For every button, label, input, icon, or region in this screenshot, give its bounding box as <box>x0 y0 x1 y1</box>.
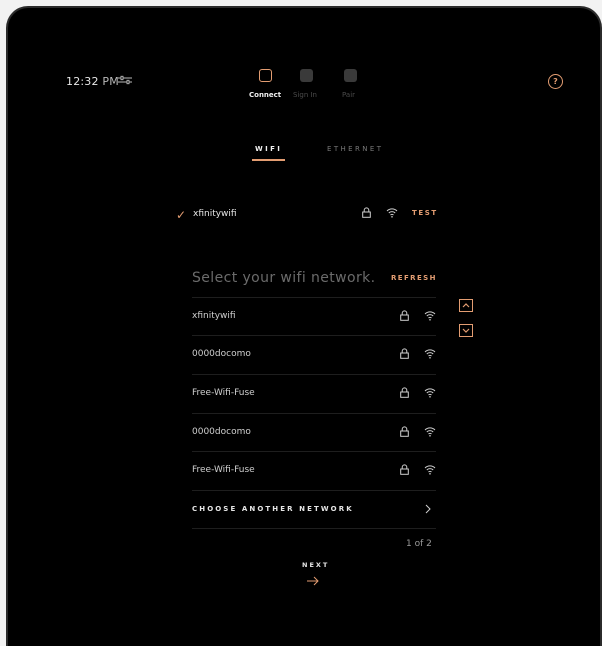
choose-another-network-button[interactable]: CHOOSE ANOTHER NETWORK <box>192 505 354 513</box>
next-button[interactable]: NEXT <box>302 561 329 569</box>
connected-ssid: xfinitywifi <box>193 209 237 219</box>
wifi-icon <box>424 310 436 321</box>
step-connect-label: Connect <box>249 91 282 99</box>
divider <box>192 490 436 491</box>
device-screen: 12:32 PM Connect Sign In Pair ? WIFI ETH… <box>6 6 602 646</box>
pagination-indicator: 1 of 2 <box>406 539 432 549</box>
network-ssid: 0000docomo <box>192 427 251 437</box>
step-signin-label: Sign In <box>293 91 317 99</box>
network-row[interactable]: Free-Wifi-Fuse <box>192 452 436 490</box>
connected-wifi-icon <box>386 207 398 218</box>
arrow-right-icon[interactable] <box>306 575 320 587</box>
status-time: 12:32 PM <box>66 75 119 88</box>
lock-icon <box>400 310 409 321</box>
tab-ethernet[interactable]: ETHERNET <box>327 145 383 153</box>
test-button[interactable]: TEST <box>412 209 438 217</box>
wifi-icon <box>424 426 436 437</box>
scroll-up-button[interactable] <box>459 299 473 312</box>
step-connect-indicator <box>259 69 272 82</box>
network-row[interactable]: Free-Wifi-Fuse <box>192 375 436 413</box>
scroll-down-button[interactable] <box>459 324 473 337</box>
lock-icon <box>400 464 409 475</box>
tab-wifi[interactable]: WIFI <box>255 145 282 153</box>
network-list-heading: Select your wifi network. <box>192 270 376 286</box>
step-pair-label: Pair <box>342 91 356 99</box>
network-ssid: 0000docomo <box>192 349 251 359</box>
network-row[interactable]: 0000docomo <box>192 336 436 374</box>
wifi-icon <box>424 387 436 398</box>
chevron-down-icon <box>462 328 470 333</box>
lock-icon <box>400 348 409 359</box>
wifi-icon <box>424 348 436 359</box>
network-row[interactable]: xfinitywifi <box>192 298 436 336</box>
divider <box>192 528 436 529</box>
wifi-icon <box>424 464 436 475</box>
settings-sliders-icon[interactable] <box>118 74 132 86</box>
help-button[interactable]: ? <box>548 74 563 89</box>
lock-icon <box>400 426 409 437</box>
time-meridiem: PM <box>102 75 119 88</box>
network-row[interactable]: 0000docomo <box>192 414 436 452</box>
network-ssid: Free-Wifi-Fuse <box>192 388 255 398</box>
lock-icon <box>400 387 409 398</box>
step-signin-indicator <box>300 69 313 82</box>
network-ssid: xfinitywifi <box>192 311 236 321</box>
time-value: 12:32 <box>66 75 99 88</box>
step-pair-indicator <box>344 69 357 82</box>
connected-lock-icon <box>362 207 371 218</box>
refresh-button[interactable]: REFRESH <box>391 274 437 282</box>
chevron-right-icon[interactable] <box>424 503 432 515</box>
network-ssid: Free-Wifi-Fuse <box>192 465 255 475</box>
connected-check-icon: ✓ <box>176 208 187 222</box>
chevron-up-icon <box>462 303 470 308</box>
tab-wifi-underline <box>252 159 285 161</box>
